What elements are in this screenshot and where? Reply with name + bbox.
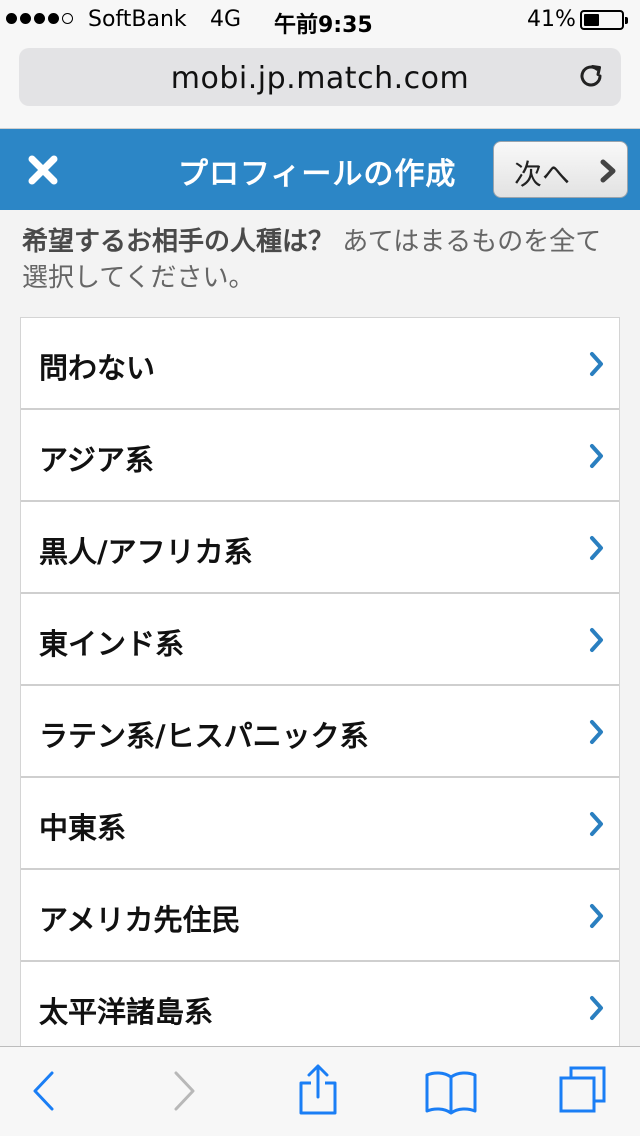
chevron-right-icon	[590, 996, 603, 1020]
back-icon[interactable]	[30, 1069, 56, 1113]
next-button[interactable]: 次へ	[493, 141, 628, 198]
question-main: 希望するお相手の人種は？	[22, 227, 335, 257]
list-item[interactable]: 東インド系	[21, 594, 619, 686]
status-bar: SoftBank 4G 午前9:35 41%	[0, 0, 640, 40]
list-item-label: ラテン系/ヒスパニック系	[39, 719, 369, 753]
list-item[interactable]: 黒人/アフリカ系	[21, 502, 619, 594]
page: SoftBank 4G 午前9:35 41% mobi.jp.match.com…	[0, 0, 640, 1136]
list-item[interactable]: アジア系	[21, 410, 619, 502]
list-item[interactable]: アメリカ先住民	[21, 870, 619, 962]
list-item-label: アジア系	[39, 443, 154, 477]
chevron-right-icon	[590, 444, 603, 468]
list-item-label: 太平洋諸島系	[39, 995, 214, 1029]
forward-icon[interactable]	[172, 1069, 198, 1113]
list-item[interactable]: 問わない	[21, 318, 619, 410]
list-item-label: 黒人/アフリカ系	[39, 535, 253, 569]
chevron-right-icon	[590, 352, 603, 376]
chevron-right-icon	[590, 536, 603, 560]
reload-icon[interactable]	[575, 60, 607, 92]
chevron-right-icon	[590, 628, 603, 652]
url-text[interactable]: mobi.jp.match.com	[19, 61, 621, 96]
share-icon[interactable]	[298, 1063, 338, 1117]
page-title: プロフィールの作成	[178, 157, 457, 192]
list-item-label: アメリカ先住民	[39, 903, 241, 937]
next-button-label: 次へ	[514, 158, 571, 191]
list-item-label: 東インド系	[39, 627, 185, 661]
list-item[interactable]: ラテン系/ヒスパニック系	[21, 686, 619, 778]
chevron-right-icon	[590, 812, 603, 836]
carrier-name: SoftBank	[88, 7, 187, 32]
page-header: プロフィールの作成 次へ	[0, 129, 640, 210]
battery-fill	[584, 14, 599, 26]
network-type: 4G	[210, 7, 242, 32]
chevron-right-icon	[590, 904, 603, 928]
signal-strength-icon	[6, 13, 73, 24]
address-bar-area: mobi.jp.match.com	[0, 40, 640, 129]
close-icon[interactable]	[18, 145, 68, 195]
list-item[interactable]: 中東系	[21, 778, 619, 870]
list-item-label: 中東系	[39, 811, 127, 845]
list-item[interactable]: 太平洋諸島系	[21, 962, 619, 1054]
bookmarks-icon[interactable]	[424, 1069, 478, 1115]
chevron-right-icon	[600, 159, 616, 183]
option-list: 問わないアジア系黒人/アフリカ系 東インド系ラテン系/ヒスパニック系 中東系アメリカ…	[20, 317, 620, 1055]
battery-icon	[580, 10, 628, 30]
browser-toolbar	[0, 1046, 640, 1136]
question-text: 希望するお相手の人種は？ あてはまるものを全て選択してください。	[22, 224, 622, 296]
battery-percent: 41%	[527, 7, 576, 32]
clock-time: 午前9:35	[274, 13, 373, 38]
chevron-right-icon	[590, 720, 603, 744]
list-item-label: 問わない	[39, 351, 156, 385]
url-field[interactable]: mobi.jp.match.com	[19, 48, 621, 106]
tabs-icon[interactable]	[558, 1065, 608, 1115]
